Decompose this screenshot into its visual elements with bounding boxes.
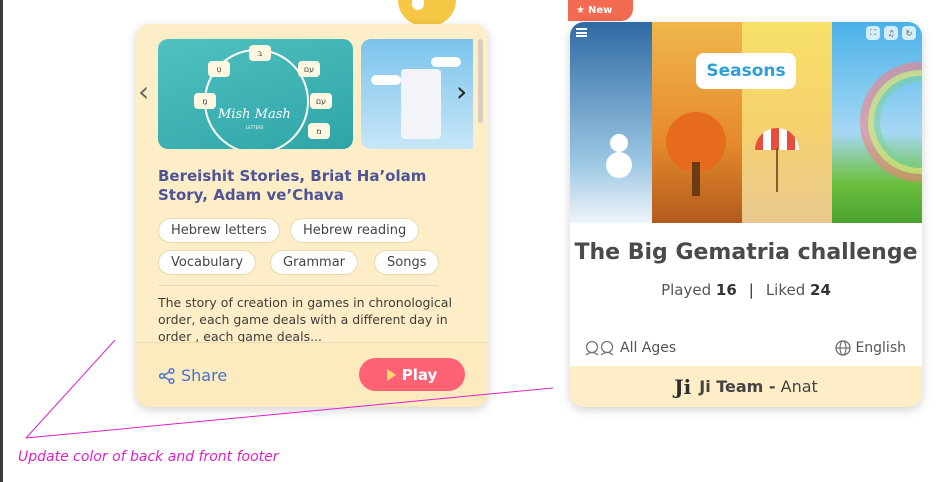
annotation-note: Update color of back and front footer [18,449,279,465]
annotation-pointer-front [25,387,554,439]
annotation-lines [25,339,554,439]
annotation-pointer-back [25,339,116,439]
